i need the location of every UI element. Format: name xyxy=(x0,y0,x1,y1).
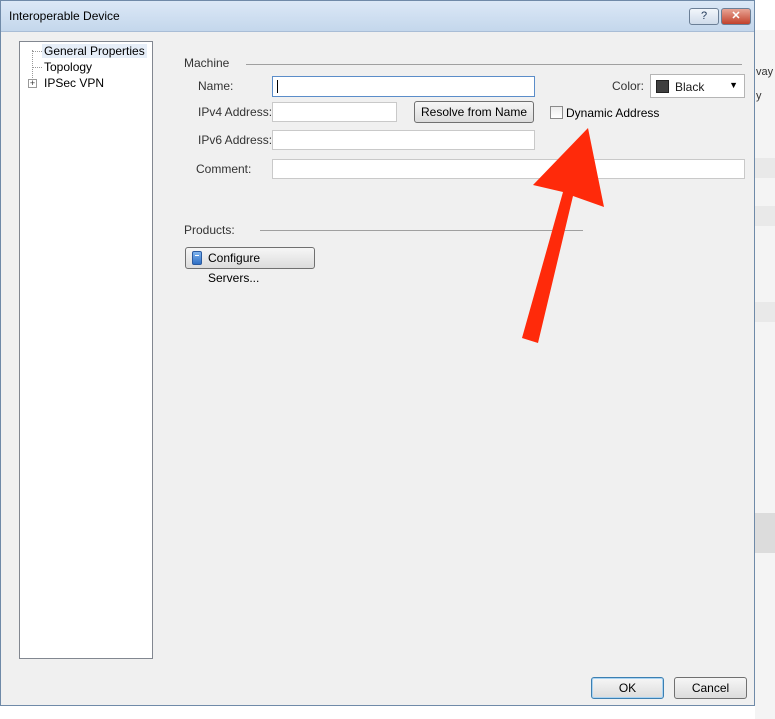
background-row xyxy=(755,513,775,553)
ok-button[interactable]: OK xyxy=(591,677,664,699)
color-select[interactable]: Black ▼ xyxy=(650,74,745,98)
ipv4-label: IPv4 Address: xyxy=(198,105,273,119)
background-row xyxy=(755,158,775,178)
background-row xyxy=(755,206,775,226)
dynamic-address-label[interactable]: Dynamic Address xyxy=(566,106,659,120)
configure-servers-label: Configure Servers... xyxy=(208,251,261,285)
resolve-from-name-button[interactable]: Resolve from Name xyxy=(414,101,534,123)
color-label: Color: xyxy=(612,79,645,93)
products-section-label: Products: xyxy=(184,223,235,237)
tree-connector xyxy=(32,67,42,68)
ipv4-input[interactable] xyxy=(272,102,397,122)
tree-item-ipsec-vpn[interactable]: IPSec VPN xyxy=(44,76,104,90)
configure-servers-button[interactable]: Configure Servers... xyxy=(185,247,315,285)
comment-label: Comment: xyxy=(196,162,252,176)
background-text: vay xyxy=(756,66,774,78)
close-button[interactable]: ✕ xyxy=(721,8,751,25)
machine-section-label: Machine xyxy=(184,56,230,70)
comment-input[interactable] xyxy=(272,159,745,179)
tree-connector xyxy=(32,51,42,52)
dynamic-address-checkbox[interactable] xyxy=(550,106,563,119)
cancel-button[interactable]: Cancel xyxy=(674,677,747,699)
tree-item-general-properties[interactable]: General Properties xyxy=(42,44,147,58)
dropdown-arrow-icon: ▼ xyxy=(729,80,738,90)
navigation-tree: + General Properties Topology IPSec VPN xyxy=(19,41,153,659)
ipv6-input[interactable] xyxy=(272,130,535,150)
section-divider xyxy=(260,230,583,231)
text-caret xyxy=(277,80,278,93)
color-swatch xyxy=(656,80,669,93)
name-label: Name: xyxy=(198,79,234,93)
interoperable-device-dialog: Interoperable Device ? ✕ + General Prope… xyxy=(0,0,755,706)
section-divider xyxy=(246,64,742,65)
background-text: y xyxy=(756,90,762,102)
window-title: Interoperable Device xyxy=(9,9,120,23)
color-value: Black xyxy=(675,80,705,94)
name-input[interactable] xyxy=(272,76,535,97)
server-icon xyxy=(192,251,202,265)
background-row xyxy=(755,302,775,322)
expand-icon[interactable]: + xyxy=(28,79,37,88)
title-bar: Interoperable Device ? ✕ xyxy=(1,1,754,32)
background-window: vay y xyxy=(755,30,775,719)
tree-item-topology[interactable]: Topology xyxy=(44,60,92,74)
help-button[interactable]: ? xyxy=(689,8,719,25)
ipv6-label: IPv6 Address: xyxy=(198,133,273,147)
